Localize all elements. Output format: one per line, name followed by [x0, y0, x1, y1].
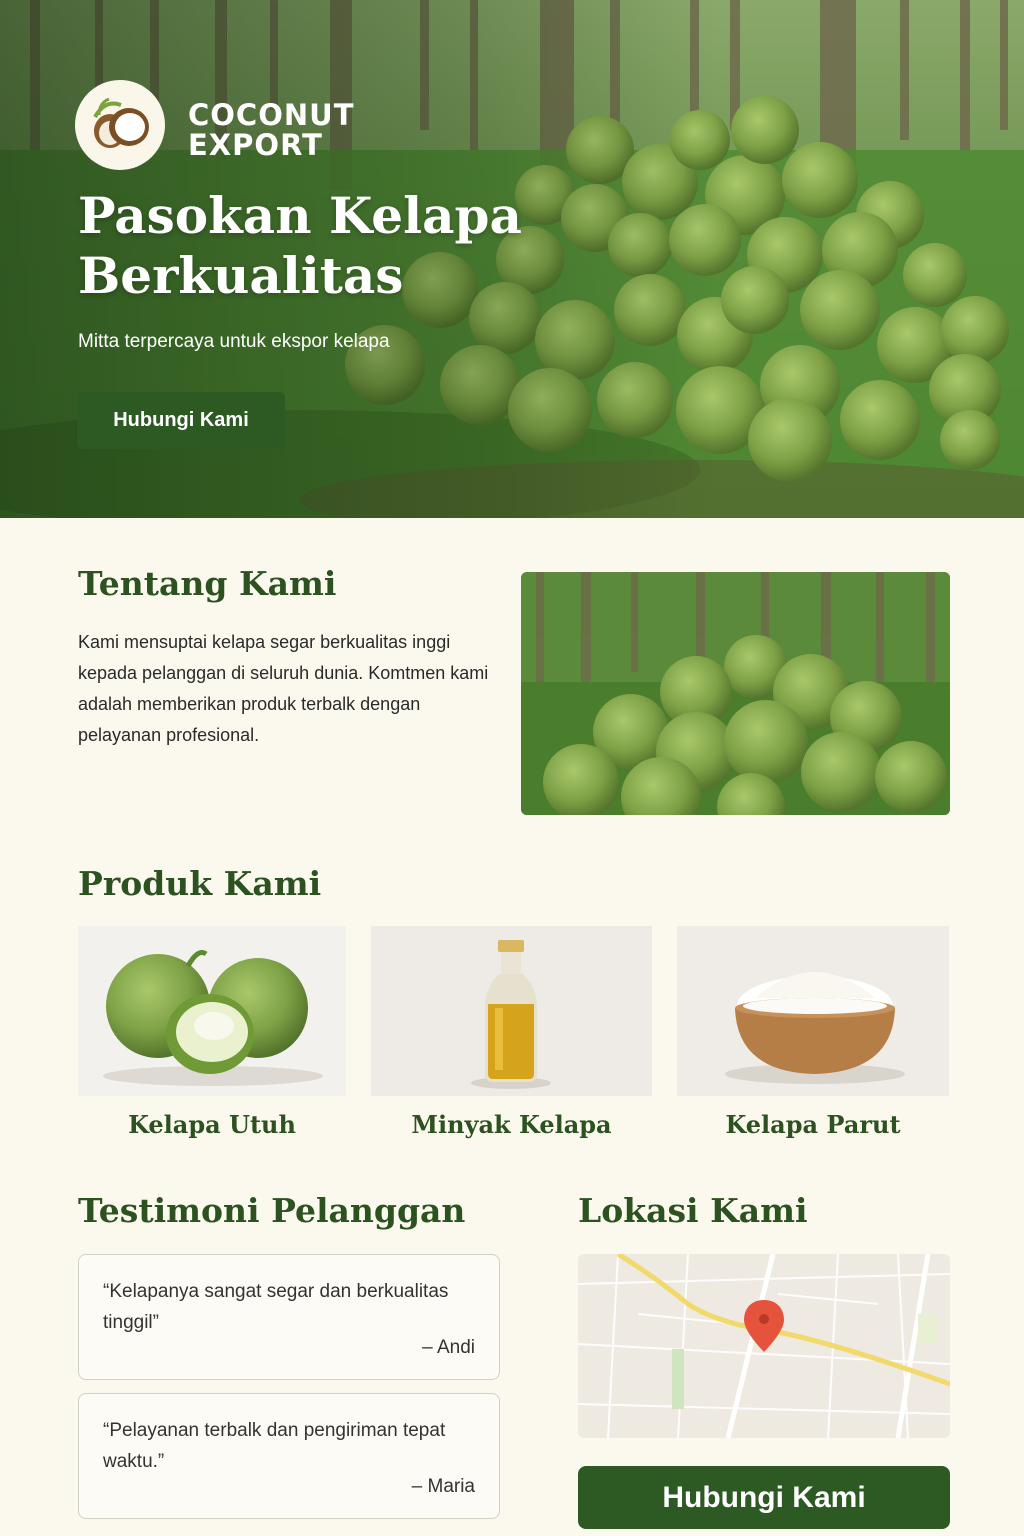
brand-name: COCONUT EXPORT [188, 100, 354, 160]
bowl-icon [677, 926, 949, 1096]
product-card-coconut-oil[interactable]: Minyak Kelapa [371, 926, 652, 1139]
location-map[interactable] [578, 1254, 950, 1438]
map-image [578, 1254, 950, 1438]
testimonial-card: “Kelapanya sangat segar dan berkualitas … [78, 1254, 500, 1380]
product-image-grated-coconut [677, 926, 949, 1096]
brand-logo[interactable] [75, 80, 165, 170]
about-text: Kami mensuptai kelapa segar berkualitas … [78, 632, 489, 745]
products-heading: Produk Kami [78, 864, 322, 903]
hero-section: COCONUT EXPORT Pasokan Kelapa Berkualita… [0, 0, 1024, 518]
testimonial-author: – Andi [422, 1337, 475, 1358]
product-name: Minyak Kelapa [411, 1110, 612, 1139]
product-card-whole-coconut[interactable]: Kelapa Utuh [78, 926, 346, 1139]
testimonials-heading: Testimoni Pelanggan [78, 1191, 466, 1230]
about-heading: Tentang Kami [78, 564, 337, 603]
testimonial-quote: “Pelayanan terbalk dan pengiriman tepat … [103, 1420, 446, 1472]
testimonial-card: “Pelayanan terbalk dan pengiriman tepat … [78, 1393, 500, 1519]
testimonial-quote: “Kelapanya sangat segar dan berkualitas … [103, 1281, 449, 1333]
brand-name-line2: EXPORT [188, 128, 323, 162]
product-name: Kelapa Parut [725, 1110, 901, 1139]
hero-title: Pasokan Kelapa Berkualitas [78, 186, 558, 306]
product-image-whole-coconut [78, 926, 346, 1096]
hero-title-line1: Pasokan Kelapa [78, 186, 522, 245]
product-name: Kelapa Utuh [128, 1110, 296, 1139]
coconut-icon [93, 97, 149, 148]
coconut-pile-image [521, 572, 950, 815]
brand-name-line1: COCONUT [188, 98, 355, 132]
whole-coconut-icon [78, 926, 346, 1096]
hero-contact-button[interactable]: Hubungi Kami [77, 392, 285, 449]
hero-subtitle: Mitta terpercaya untuk ekspor kelapa [78, 331, 390, 352]
location-contact-button[interactable]: Hubungi Kami [578, 1466, 950, 1529]
about-image [521, 572, 950, 815]
testimonial-author: – Maria [411, 1476, 475, 1497]
oil-bottle-icon [371, 926, 652, 1096]
product-card-grated-coconut[interactable]: Kelapa Parut [677, 926, 949, 1139]
product-image-coconut-oil [371, 926, 652, 1096]
location-heading: Lokasi Kami [578, 1191, 808, 1230]
hero-title-line2: Berkualitas [78, 246, 404, 305]
